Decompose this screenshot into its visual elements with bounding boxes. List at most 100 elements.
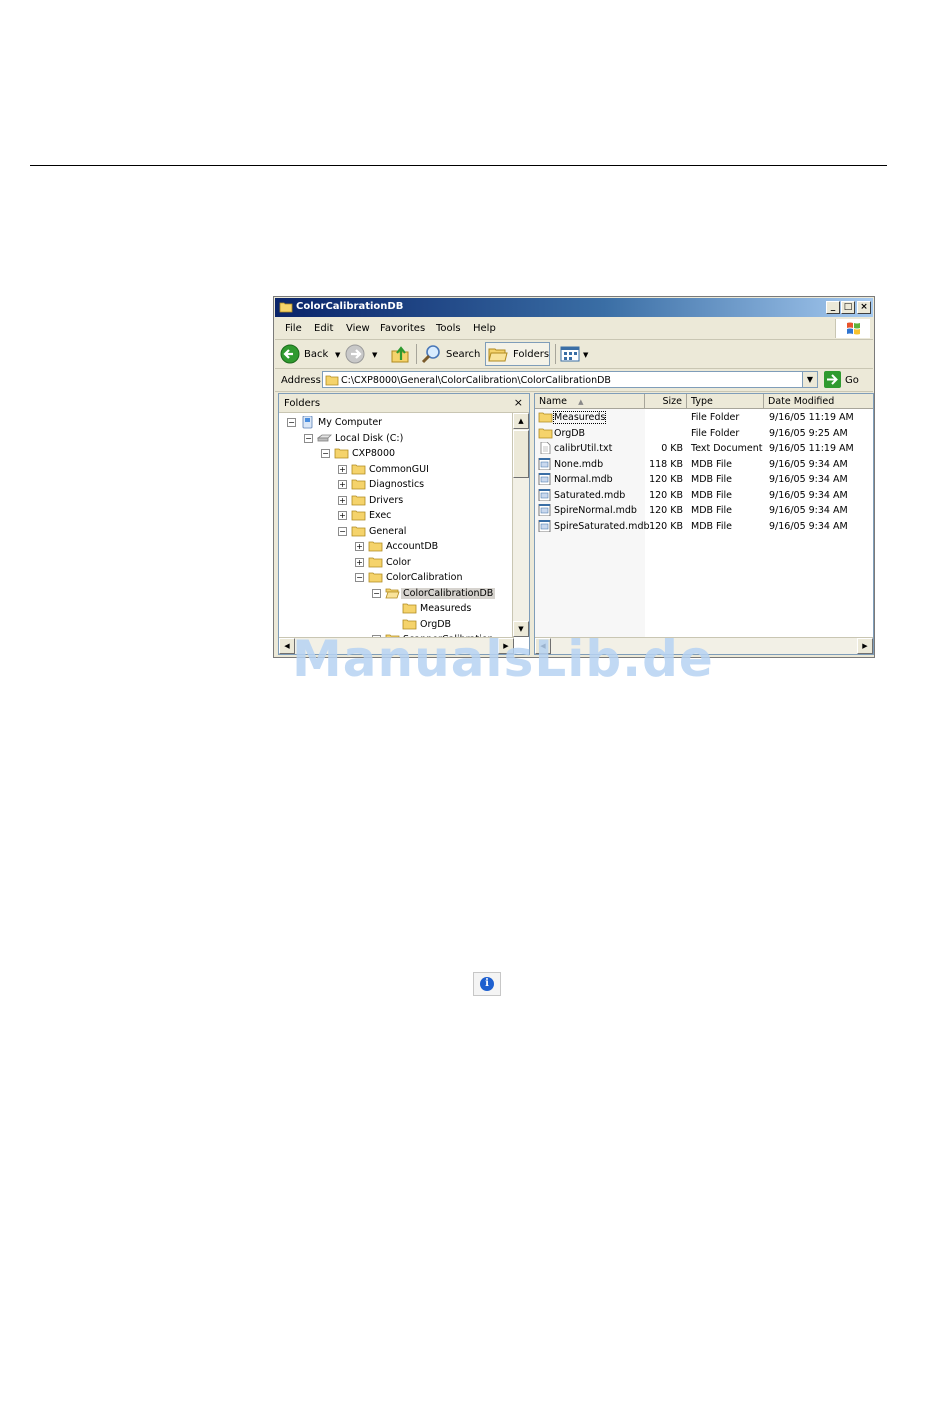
tree-node-label: Drivers bbox=[369, 494, 404, 506]
address-dropdown-icon[interactable]: ▼ bbox=[802, 372, 817, 387]
tree-node-label: Measureds bbox=[420, 603, 472, 614]
file-list-pane: Name ▲ Size Type Date Modified Measureds… bbox=[534, 393, 874, 655]
folder-icon bbox=[368, 571, 383, 583]
scroll-up-icon[interactable]: ▲ bbox=[513, 413, 529, 429]
address-label: Address bbox=[281, 375, 321, 386]
file-type: File Folder bbox=[691, 427, 740, 439]
file-date-modified: 9/16/05 9:34 AM bbox=[769, 520, 848, 532]
minimize-button[interactable]: _ bbox=[826, 301, 840, 314]
file-size: 120 KB bbox=[649, 520, 683, 532]
folder-icon bbox=[351, 509, 366, 521]
file-name: SpireNormal.mdb bbox=[554, 505, 637, 516]
menu-view[interactable]: View bbox=[346, 323, 370, 334]
tree-node-label: Color bbox=[386, 556, 411, 568]
file-date-modified: 9/16/05 9:34 AM bbox=[769, 474, 848, 485]
folders-pane-title: Folders bbox=[284, 398, 321, 409]
collapse-icon[interactable]: − bbox=[304, 433, 313, 443]
file-type: Text Document bbox=[691, 443, 763, 454]
up-folder-button[interactable] bbox=[390, 343, 412, 365]
scroll-right-icon[interactable]: ▶ bbox=[857, 638, 873, 654]
file-date-modified: 9/16/05 9:34 AM bbox=[769, 458, 848, 470]
back-button[interactable]: Back ▼ bbox=[280, 343, 346, 365]
collapse-icon[interactable]: − bbox=[355, 573, 364, 582]
tree-node-label: General bbox=[369, 525, 407, 537]
file-row[interactable]: Normal.mdb 120 KB MDB File 9/16/05 9:34 AM bbox=[535, 472, 873, 487]
column-header-name[interactable]: Name ▲ bbox=[535, 394, 645, 408]
mdb-file-icon bbox=[538, 488, 552, 501]
file-row[interactable]: None.mdb 118 KB MDB File 9/16/05 9:34 AM bbox=[535, 457, 873, 472]
file-type: MDB File bbox=[691, 489, 732, 501]
menu-favorites[interactable]: Favorites bbox=[380, 323, 425, 334]
file-list-header: Name ▲ Size Type Date Modified bbox=[535, 394, 873, 409]
file-type: MDB File bbox=[691, 458, 732, 470]
expand-icon[interactable]: + bbox=[338, 511, 347, 520]
file-row[interactable]: OrgDB File Folder 9/16/05 9:25 AM bbox=[535, 426, 873, 441]
column-header-type[interactable]: Type bbox=[687, 394, 764, 408]
folders-pane-close-icon[interactable]: × bbox=[514, 396, 523, 409]
menu-tools[interactable]: Tools bbox=[436, 323, 461, 334]
file-row[interactable]: Measureds File Folder 9/16/05 11:19 AM bbox=[535, 410, 873, 425]
menu-file[interactable]: File bbox=[285, 323, 302, 334]
go-button[interactable]: Go bbox=[824, 371, 864, 388]
back-dropdown-icon[interactable]: ▼ bbox=[335, 351, 340, 359]
file-row[interactable]: SpireNormal.mdb 120 KB MDB File 9/16/05 9:3… bbox=[535, 503, 873, 518]
close-button[interactable]: × bbox=[857, 301, 871, 314]
column-header-size[interactable]: Size bbox=[645, 394, 687, 408]
title-bar[interactable]: ColorCalibrationDB _ □ × bbox=[275, 298, 873, 317]
address-bar: Address C:\CXP8000\General\ColorCalibrat… bbox=[275, 369, 873, 392]
drive-icon bbox=[316, 432, 332, 444]
forward-arrow-icon bbox=[345, 344, 365, 364]
collapse-icon[interactable]: − bbox=[321, 449, 330, 458]
maximize-button[interactable]: □ bbox=[841, 301, 855, 314]
views-dropdown-icon[interactable]: ▼ bbox=[583, 351, 588, 359]
page-divider bbox=[30, 165, 887, 166]
forward-button[interactable]: ▼ bbox=[345, 343, 385, 365]
file-size: 0 KB bbox=[661, 443, 683, 454]
menu-help[interactable]: Help bbox=[473, 323, 496, 334]
toolbar-separator bbox=[555, 344, 556, 364]
folder-icon bbox=[351, 525, 366, 537]
file-row[interactable]: Saturated.mdb 120 KB MDB File 9/16/05 9:34 … bbox=[535, 488, 873, 503]
expand-icon[interactable]: + bbox=[338, 495, 347, 505]
search-icon bbox=[421, 345, 440, 364]
info-icon: i bbox=[473, 972, 501, 996]
folders-icon bbox=[488, 348, 508, 362]
address-input[interactable]: C:\CXP8000\General\ColorCalibration\Colo… bbox=[322, 371, 818, 388]
column-header-date-modified[interactable]: Date Modified bbox=[764, 394, 873, 408]
views-button[interactable]: ▼ bbox=[560, 343, 592, 365]
folder-icon bbox=[351, 463, 366, 475]
mdb-file-icon bbox=[538, 472, 552, 486]
file-size: 118 KB bbox=[649, 458, 683, 470]
expand-icon[interactable]: + bbox=[355, 557, 364, 567]
expand-icon[interactable]: + bbox=[338, 480, 347, 489]
back-label: Back bbox=[304, 349, 329, 360]
file-size: 120 KB bbox=[649, 474, 683, 485]
file-row[interactable]: calibrUtil.txt 0 KB Text Document 9/16/05 1… bbox=[535, 441, 873, 456]
file-date-modified: 9/16/05 11:19 AM bbox=[769, 412, 854, 423]
collapse-icon[interactable]: − bbox=[287, 418, 296, 427]
file-date-modified: 9/16/05 11:19 AM bbox=[769, 443, 854, 454]
open-folder-icon bbox=[385, 587, 400, 599]
file-date-modified: 9/16/05 9:34 AM bbox=[769, 489, 848, 501]
tree-node-label: AccountDB bbox=[386, 541, 439, 552]
folders-button[interactable]: Folders bbox=[485, 342, 550, 366]
tree-node-label: CXP8000 bbox=[352, 448, 396, 459]
search-button[interactable]: Search bbox=[421, 343, 481, 365]
collapse-icon[interactable]: − bbox=[372, 588, 381, 598]
toolbar-separator bbox=[416, 344, 417, 364]
sort-ascending-icon: ▲ bbox=[578, 398, 584, 406]
collapse-icon[interactable]: − bbox=[338, 526, 347, 536]
file-row[interactable]: SpireSaturated.mdb 120 KB MDB File 9/16/05 … bbox=[535, 519, 873, 534]
expand-icon[interactable]: + bbox=[355, 542, 364, 551]
folders-vertical-scrollbar[interactable]: ▲ ▼ bbox=[512, 413, 529, 637]
windows-flag-icon bbox=[847, 322, 860, 335]
tree-node-label: Local Disk (C:) bbox=[335, 432, 404, 444]
menu-edit[interactable]: Edit bbox=[314, 323, 333, 334]
forward-dropdown-icon[interactable]: ▼ bbox=[372, 351, 377, 359]
folder-icon bbox=[368, 540, 383, 552]
expand-icon[interactable]: + bbox=[338, 464, 347, 474]
scroll-thumb[interactable] bbox=[513, 430, 529, 478]
file-date-modified: 9/16/05 9:25 AM bbox=[769, 427, 848, 439]
back-arrow-icon bbox=[280, 344, 300, 364]
file-name: calibrUtil.txt bbox=[554, 443, 613, 454]
